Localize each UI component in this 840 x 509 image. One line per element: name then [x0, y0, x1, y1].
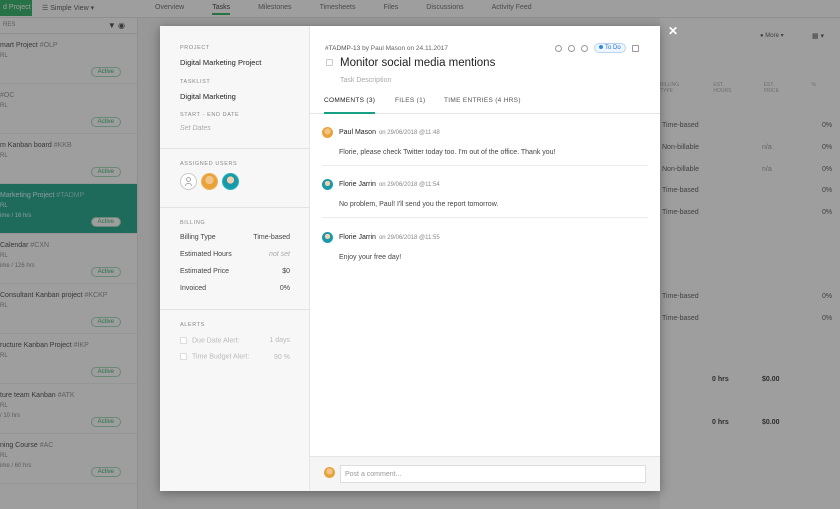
comment-composer	[310, 456, 660, 491]
comment-author[interactable]: Paul Mason	[339, 129, 376, 136]
comment-date: on 29/06/2018 @11:48	[378, 129, 440, 136]
project-value[interactable]: Digital Marketing Project	[180, 58, 261, 67]
task-details-panel: PROJECT Digital Marketing Project TASKLI…	[160, 26, 310, 491]
comment-author[interactable]: Florie Jarrin	[339, 181, 376, 188]
divider	[160, 207, 310, 208]
task-description[interactable]: Task Description	[340, 77, 391, 84]
tasklist-section: TASKLIST Digital Marketing	[160, 79, 256, 101]
assigned-users-label: ASSIGNED USERS	[180, 161, 238, 167]
comment-body: Florie, please check Twitter today too. …	[339, 149, 556, 156]
tab-files[interactable]: FILES (1)	[395, 97, 426, 114]
dates-section: START - END DATE Set Dates	[160, 112, 259, 132]
alerts-section: ALERTS Due Date Alert: 1 days Time Budge…	[160, 322, 310, 361]
complete-task-checkbox[interactable]	[326, 59, 333, 66]
close-icon[interactable]: ✕	[668, 24, 678, 38]
avatar	[322, 179, 333, 190]
comment-date: on 29/06/2018 @11:55	[378, 234, 440, 241]
assigned-users	[180, 173, 239, 190]
comment: Florie Jarrin on 29/06/2018 @11:54 No pr…	[322, 179, 648, 208]
project-label: PROJECT	[180, 45, 210, 51]
task-id: #TADMP-13	[325, 45, 361, 52]
divider	[160, 309, 310, 310]
comment-author[interactable]: Florie Jarrin	[339, 234, 376, 241]
due-date-alert-checkbox[interactable]	[180, 337, 187, 344]
divider	[322, 165, 648, 166]
billing-label: BILLING	[180, 220, 206, 226]
avatar[interactable]	[222, 173, 239, 190]
estimated-hours-row[interactable]: Estimated Hours not set	[180, 251, 290, 258]
trash-icon[interactable]	[631, 44, 639, 52]
estimated-price-row[interactable]: Estimated Price $0	[180, 268, 290, 275]
task-author: by Paul Mason on 24.11.2017	[362, 45, 448, 52]
attachment-icon[interactable]	[568, 44, 575, 52]
tab-time-entries[interactable]: TIME ENTRIES (4 HRS)	[444, 97, 521, 114]
billing-type-row[interactable]: Billing Type Time-based	[180, 234, 290, 241]
tab-comments[interactable]: COMMENTS (3)	[324, 97, 376, 114]
divider	[160, 148, 310, 149]
comment-body: No problem, Paul! I'll send you the repo…	[339, 201, 499, 208]
avatar	[322, 232, 333, 243]
add-user-icon[interactable]	[180, 173, 197, 190]
comment: Paul Mason on 29/06/2018 @11:48 Florie, …	[322, 127, 648, 156]
task-actions: To Do	[555, 43, 639, 53]
comment-input[interactable]	[340, 465, 646, 483]
dates-label: START - END DATE	[180, 112, 240, 118]
tasklist-value[interactable]: Digital Marketing	[180, 92, 236, 101]
task-meta: #TADMP-13 by Paul Mason on 24.11.2017	[325, 45, 448, 52]
comment-date: on 29/06/2018 @11:54	[378, 181, 440, 188]
task-title[interactable]: Monitor social media mentions	[340, 57, 495, 69]
avatar	[324, 467, 335, 478]
clock-icon[interactable]	[555, 44, 562, 52]
status-badge[interactable]: To Do	[594, 43, 626, 53]
billing-section: BILLING Billing Type Time-based Estimate…	[160, 220, 310, 292]
alerts-label: ALERTS	[180, 322, 205, 328]
users-section: ASSIGNED USERS	[160, 161, 259, 190]
task-tabs: COMMENTS (3) FILES (1) TIME ENTRIES (4 H…	[310, 94, 660, 114]
divider	[322, 217, 648, 218]
avatar	[322, 127, 333, 138]
set-dates-link[interactable]: Set Dates	[180, 125, 239, 132]
due-date-alert-row[interactable]: Due Date Alert: 1 days	[180, 337, 290, 344]
time-budget-alert-row[interactable]: Time Budget Alert: 90 %	[180, 353, 290, 361]
link-icon[interactable]	[581, 44, 588, 52]
task-modal: PROJECT Digital Marketing Project TASKLI…	[160, 26, 660, 491]
comment-body: Enjoy your free day!	[339, 254, 402, 261]
time-budget-alert-checkbox[interactable]	[180, 353, 187, 361]
comment: Florie Jarrin on 29/06/2018 @11:55 Enjoy…	[322, 232, 648, 261]
project-section: PROJECT Digital Marketing Project	[160, 45, 281, 67]
task-main-panel: #TADMP-13 by Paul Mason on 24.11.2017 To…	[310, 26, 660, 491]
invoiced-row: Invoiced 0%	[180, 285, 290, 292]
tasklist-label: TASKLIST	[180, 79, 211, 85]
avatar[interactable]	[201, 173, 218, 190]
